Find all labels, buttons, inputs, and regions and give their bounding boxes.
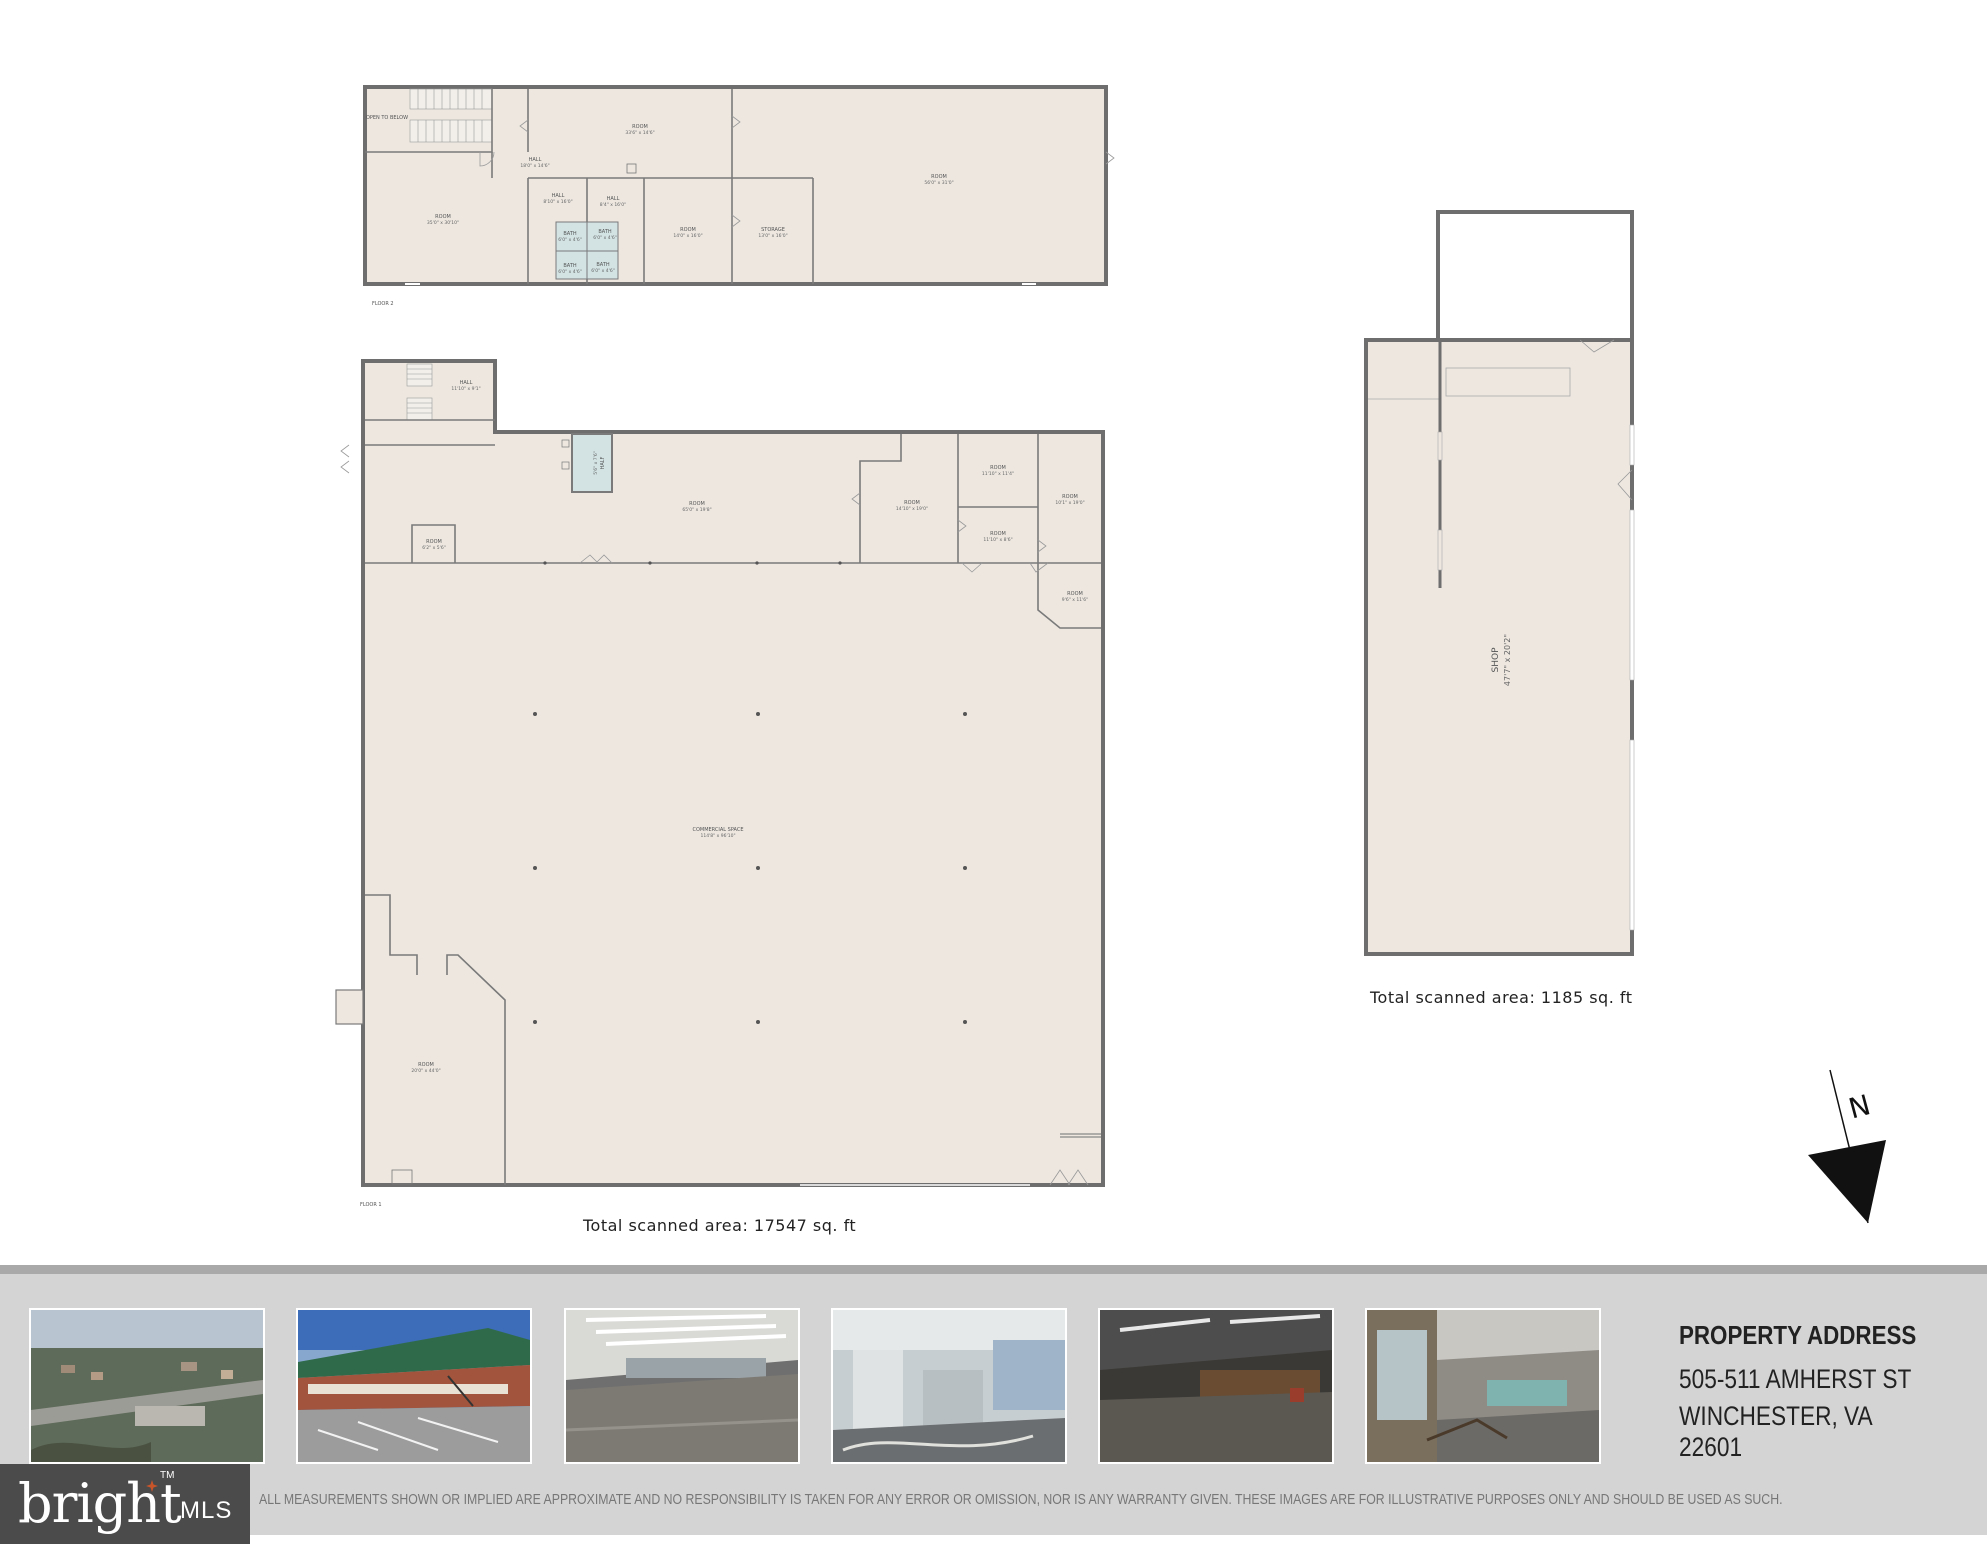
floor1-room-dims: 20'0" x 44'0" xyxy=(411,1068,440,1074)
floor2-room-name: ROOM xyxy=(435,214,451,220)
floor2-bath-dims: 6'0" x 4'6" xyxy=(558,269,582,275)
interior-photo[interactable] xyxy=(1098,1308,1334,1464)
north-arrow-icon: N xyxy=(1808,1069,1886,1224)
floor1-room-name: ROOM xyxy=(904,500,920,506)
floor2-storage-name: STORAGE xyxy=(761,227,785,233)
floor1-room-name: ROOM xyxy=(418,1062,434,1068)
interior-photo-icon xyxy=(1367,1310,1599,1462)
logo-suffix: MLS xyxy=(180,1497,233,1524)
floor1-room-dims: 11'10" x 11'4" xyxy=(982,471,1014,477)
shop-plan: SHOP 47'7" x 20'2" xyxy=(1364,210,1635,956)
interior-photo-icon xyxy=(1100,1310,1332,1462)
logo-trademark: TM xyxy=(160,1470,175,1481)
floor2-room-dims: 14'0" x 16'0" xyxy=(673,233,702,239)
floor1-room-name: ROOM xyxy=(1062,494,1078,500)
floor2-storage-dims: 13'0" x 16'0" xyxy=(758,233,787,239)
floor2-bath-dims: 6'0" x 4'6" xyxy=(558,237,582,243)
floor1-room-name: ROOM xyxy=(1067,591,1083,597)
logo-spark-icon xyxy=(146,1480,158,1492)
floor1-room-name: ROOM xyxy=(990,531,1006,537)
aerial-photo-icon xyxy=(31,1310,263,1462)
floor2-hall-name: HALL xyxy=(607,196,620,202)
property-address-heading: PROPERTY ADDRESS xyxy=(1679,1320,1917,1350)
floor2-room-name: ROOM xyxy=(680,227,696,233)
floor2-hall-dims: 8'4" x 16'0" xyxy=(600,202,626,208)
floor2-hall-dims: 18'0" x 14'6" xyxy=(520,163,549,169)
floor2-bath-dims: 6'0" x 4'6" xyxy=(593,235,617,241)
commercial-space-dims: 114'8" x 96'10" xyxy=(700,833,735,839)
floor1-room-dims: 11'10" x 8'6" xyxy=(983,537,1012,543)
property-address-line1: 505-511 AMHERST ST xyxy=(1679,1364,1912,1394)
floor2-room-name: ROOM xyxy=(632,124,648,130)
compass-letter: N xyxy=(1845,1088,1874,1125)
floor-1-plan: HALL 11'10" x 9'1" HALF 5'6" x 7'6" ROOM… xyxy=(335,359,1105,1208)
floor2-bath-name: BATH xyxy=(598,229,612,235)
floor2-hall-dims: 8'10" x 16'0" xyxy=(543,199,572,205)
aerial-photo[interactable] xyxy=(29,1308,265,1464)
building-exterior-photo[interactable] xyxy=(296,1308,532,1464)
floor1-room-dims: 65'0" x 19'8" xyxy=(682,507,711,513)
floor-2-plan: OPEN TO BELOW ROOM 33'6" x 14'6" HALL 18… xyxy=(363,85,1115,307)
floor1-room-dims: 6'2" x 5'6" xyxy=(422,545,446,551)
footer-banner: PROPERTY ADDRESS 505-511 AMHERST ST WINC… xyxy=(0,1265,1987,1544)
shop-name: SHOP xyxy=(1491,647,1501,673)
bright-mls-logo: bright TM MLS xyxy=(0,1464,250,1544)
shop-total-area: Total scanned area: 1185 sq. ft xyxy=(1370,988,1633,1007)
floor2-hall-name: HALL xyxy=(552,193,565,199)
floor2-room-name: ROOM xyxy=(931,174,947,180)
shop-dims: 47'7" x 20'2" xyxy=(1503,634,1512,686)
floor1-room-name: ROOM xyxy=(990,465,1006,471)
floor2-bath-name: BATH xyxy=(563,263,577,269)
floor1-room-dims: 10'1" x 19'0" xyxy=(1055,500,1084,506)
floor-1-label: FLOOR 1 xyxy=(360,1202,382,1208)
interior-photo-icon xyxy=(833,1310,1065,1462)
floor2-room-dims: 33'6" x 14'6" xyxy=(625,130,654,136)
floor2-room-dims: 35'0" x 30'10" xyxy=(427,220,459,226)
floor2-room-dims: 56'0" x 31'0" xyxy=(924,180,953,186)
interior-photo[interactable] xyxy=(831,1308,1067,1464)
interior-photo[interactable] xyxy=(1365,1308,1601,1464)
floor1-half-bath-name: HALF xyxy=(600,456,606,469)
floor2-bath-name: BATH xyxy=(596,262,610,268)
floor-plans: .fl { fill: #ede7e0; } .w { fill: none; … xyxy=(335,85,1886,1224)
commercial-space-name: COMMERCIAL SPACE xyxy=(692,827,743,833)
floor1-hall-name: HALL xyxy=(460,380,473,386)
property-address-line2: WINCHESTER, VA 22601 xyxy=(1679,1401,1872,1462)
floor1-total-area: Total scanned area: 17547 sq. ft xyxy=(583,1216,857,1235)
floor1-room-name: ROOM xyxy=(689,501,705,507)
floor2-bath-dims: 6'0" x 4'6" xyxy=(591,268,615,274)
building-exterior-photo-icon xyxy=(298,1310,530,1462)
floor1-room-dims: 14'10" x 19'0" xyxy=(896,506,928,512)
disclaimer-text: ALL MEASUREMENTS SHOWN OR IMPLIED ARE AP… xyxy=(259,1491,1783,1508)
floor1-room-name: ROOM xyxy=(426,539,442,545)
floor2-bath-name: BATH xyxy=(563,231,577,237)
floor1-room-dims: 9'6" x 11'6" xyxy=(1062,597,1088,603)
floor1-half-bath-dims: 5'6" x 7'6" xyxy=(593,451,599,475)
floor1-hall-dims: 11'10" x 9'1" xyxy=(451,386,480,392)
interior-photo[interactable] xyxy=(564,1308,800,1464)
floor-2-label: FLOOR 2 xyxy=(372,301,394,307)
floor2-room-open-to-below: OPEN TO BELOW xyxy=(366,115,408,121)
interior-photo-icon xyxy=(566,1310,798,1462)
floor2-hall-name: HALL xyxy=(529,157,542,163)
